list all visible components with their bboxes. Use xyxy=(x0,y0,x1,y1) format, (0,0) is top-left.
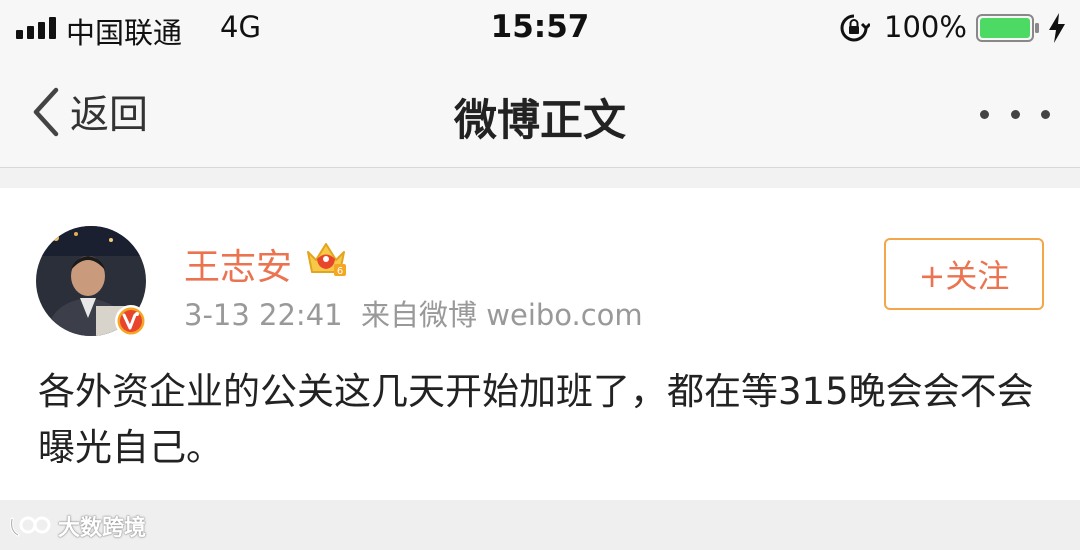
charging-bolt-icon xyxy=(1049,13,1065,43)
verified-badge-icon xyxy=(115,305,147,337)
more-dots-icon[interactable] xyxy=(980,100,1050,128)
page-title: 微博正文 xyxy=(454,96,626,146)
vip-crown-icon: 6 xyxy=(307,243,346,277)
post-meta: 3-13 22:41 来自微博 weibo.com xyxy=(184,292,643,334)
status-bar: 中国联通 4G 15:57 100% xyxy=(0,0,1080,60)
watermark-text: 大数跨境 xyxy=(58,516,147,541)
orientation-lock-icon xyxy=(840,14,870,42)
author-name[interactable]: 王志安 xyxy=(184,238,292,290)
bottom-strip xyxy=(0,500,1080,550)
post-card: 王志安 6 3-13 22:41 来自微博 weibo.com +关注 各外资企… xyxy=(0,188,1080,500)
post-source: 来自微博 weibo.com xyxy=(361,298,643,332)
battery-icon xyxy=(976,14,1039,42)
watermark-logo-icon xyxy=(10,516,51,537)
svg-text:6: 6 xyxy=(337,266,343,277)
post-timestamp: 3-13 22:41 xyxy=(184,298,343,332)
navigation-bar: 返回 微博正文 xyxy=(0,60,1080,168)
post-text: 各外资企业的公关这几天开始加班了，都在等315晚会会不会曝光自己。 xyxy=(38,370,1034,469)
follow-button[interactable]: +关注 xyxy=(884,238,1044,310)
watermark: 大数跨境 xyxy=(8,510,146,542)
battery-percent: 100% xyxy=(884,10,967,44)
